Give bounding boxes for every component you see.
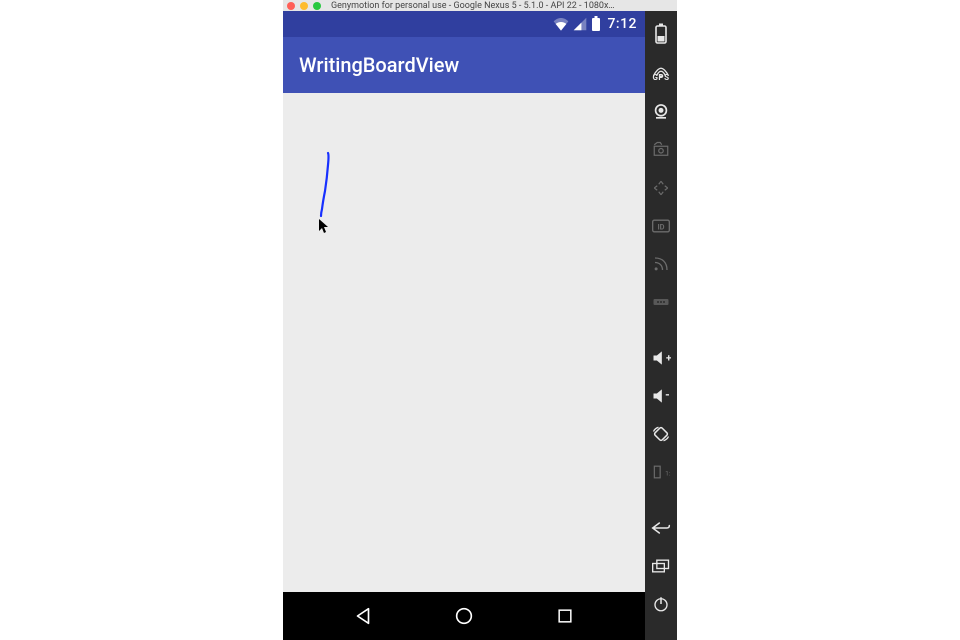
genymotion-toolbar: GPS ID + - 1:1 xyxy=(645,11,677,640)
app-title: WritingBoardView xyxy=(299,53,459,77)
window-title: Genymotion for personal use - Google Nex… xyxy=(331,1,677,11)
nav-back-button[interactable] xyxy=(349,602,377,630)
battery-icon xyxy=(591,16,601,32)
toolbar-recent-apps-button[interactable] xyxy=(645,547,677,585)
mouse-cursor-icon xyxy=(319,219,331,235)
svg-text:ID: ID xyxy=(657,222,664,231)
toolbar-gps-label: GPS xyxy=(652,73,669,82)
toolbar-more-button[interactable] xyxy=(645,283,677,321)
close-window-button[interactable] xyxy=(287,2,295,10)
svg-text:+: + xyxy=(666,353,671,364)
toolbar-rotate-button[interactable] xyxy=(645,415,677,453)
zoom-window-button[interactable] xyxy=(313,2,321,10)
svg-text:-: - xyxy=(665,388,670,402)
toolbar-network-button[interactable] xyxy=(645,245,677,283)
window-controls[interactable] xyxy=(287,2,321,10)
android-status-bar[interactable]: 7:12 xyxy=(283,11,645,37)
nav-recent-button[interactable] xyxy=(551,602,579,630)
toolbar-screencast-button[interactable] xyxy=(645,131,677,169)
drawn-stroke xyxy=(283,93,645,592)
app-toolbar: WritingBoardView xyxy=(283,37,645,93)
android-device-screen[interactable]: 7:12 WritingBoardView Free for personal … xyxy=(283,11,645,640)
minimize-window-button[interactable] xyxy=(300,2,308,10)
writing-board-canvas[interactable] xyxy=(283,93,645,592)
toolbar-identifiers-button[interactable]: ID xyxy=(645,207,677,245)
status-clock: 7:12 xyxy=(607,16,637,32)
toolbar-camera-button[interactable] xyxy=(645,93,677,131)
genymotion-emulator: 7:12 WritingBoardView Free for personal … xyxy=(283,11,677,640)
nav-home-button[interactable] xyxy=(450,602,478,630)
toolbar-pixel-button[interactable]: 1:1 xyxy=(645,453,677,491)
toolbar-gps-button[interactable]: GPS xyxy=(645,53,677,93)
android-nav-bar xyxy=(283,592,645,640)
wifi-icon xyxy=(553,17,569,31)
toolbar-power-button[interactable] xyxy=(645,585,677,623)
signal-icon xyxy=(573,17,587,31)
toolbar-volume-down-button[interactable]: - xyxy=(645,377,677,415)
toolbar-battery-button[interactable] xyxy=(645,15,677,53)
svg-text:1:1: 1:1 xyxy=(665,469,671,477)
toolbar-multitouch-button[interactable] xyxy=(645,169,677,207)
toolbar-back-button[interactable] xyxy=(645,509,677,547)
toolbar-volume-up-button[interactable]: + xyxy=(645,339,677,377)
